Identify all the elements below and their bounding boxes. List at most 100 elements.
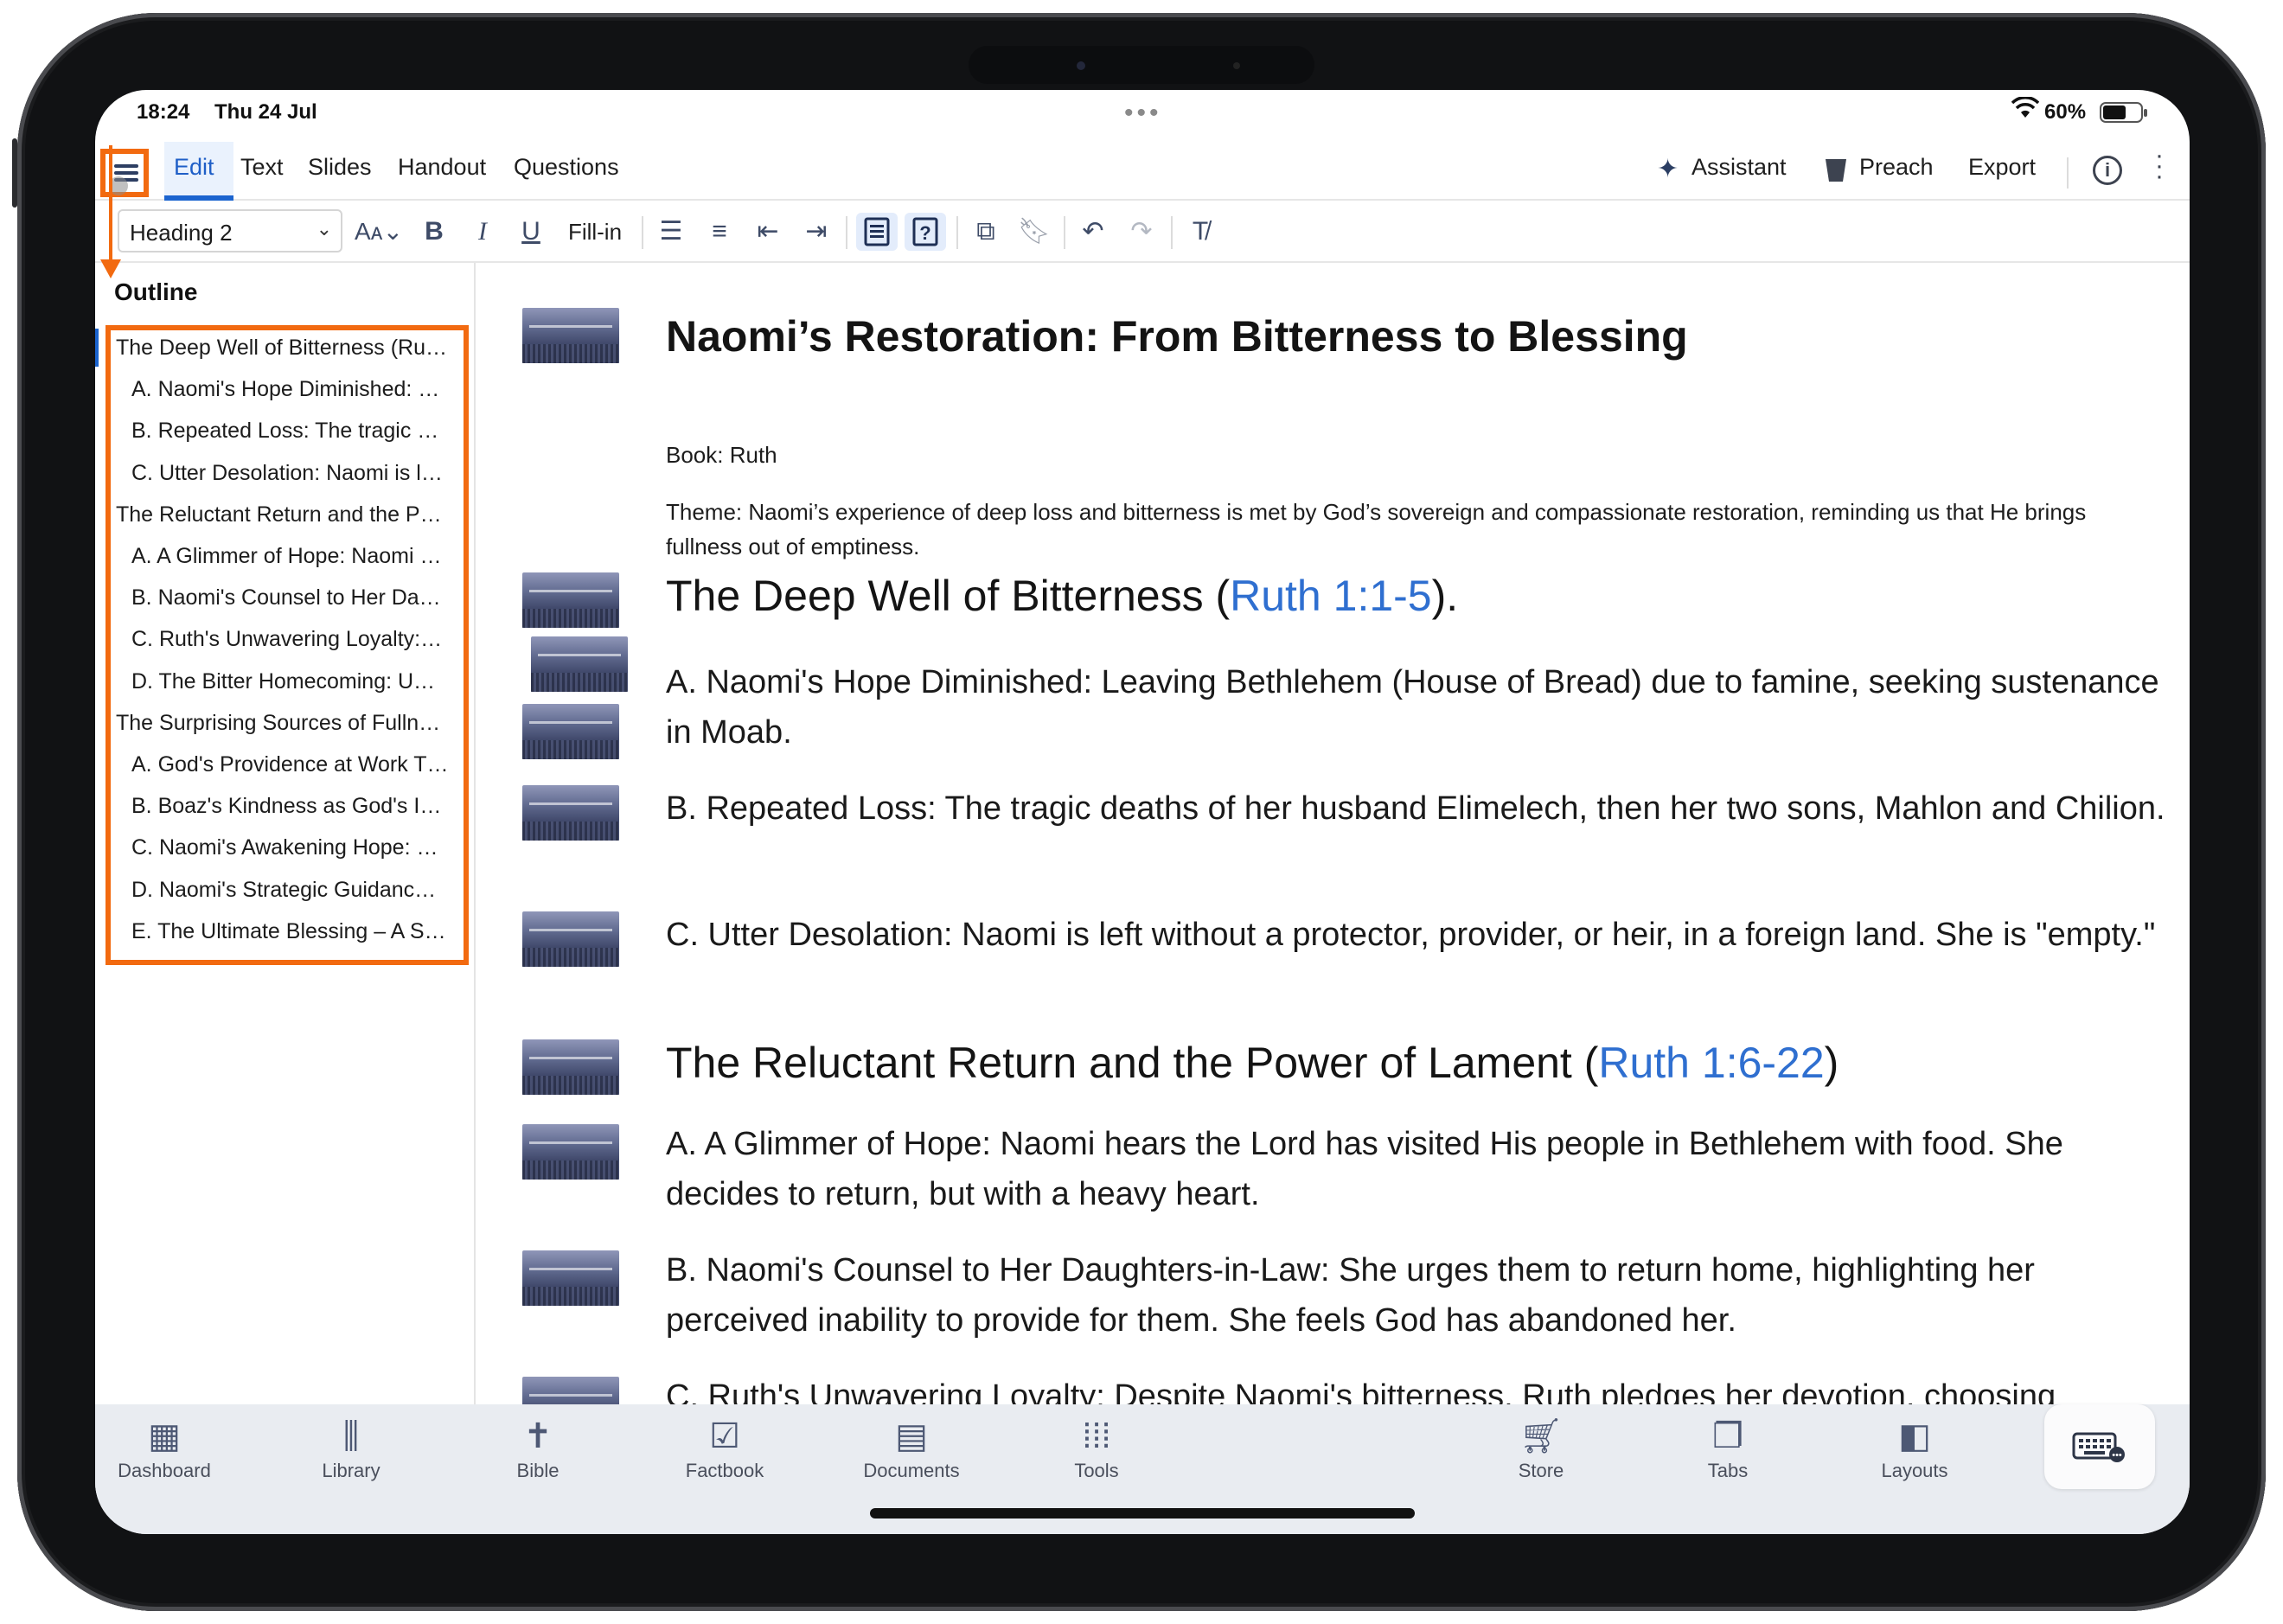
bold-icon[interactable]: B xyxy=(415,213,453,251)
slide-thumbnail[interactable] xyxy=(522,1377,619,1404)
outline-point[interactable]: B. Naomi's Counsel to Her Daughters-in-L… xyxy=(666,1245,2171,1346)
slide-thumbnail[interactable] xyxy=(531,636,628,692)
annotation-arrowhead xyxy=(100,259,121,278)
outline-item-point[interactable]: C. Ruth's Unwavering Loyalty:… xyxy=(131,627,450,665)
chevron-down-icon: ⌄ xyxy=(316,218,332,240)
outline-item-heading[interactable]: The Deep Well of Bitterness (Ru… xyxy=(116,336,450,374)
tab-text[interactable]: Text xyxy=(240,154,284,181)
tab-label: Bible xyxy=(516,1460,560,1481)
tab-bible[interactable]: ✝ Bible xyxy=(469,1415,607,1482)
document-theme[interactable]: Theme: Naomi’s experience of deep loss a… xyxy=(666,495,2162,564)
outline-item-heading[interactable]: The Surprising Sources of Fulln… xyxy=(116,711,450,749)
svg-text:•••: ••• xyxy=(2112,1450,2122,1461)
keyboard-toggle-button[interactable]: ••• xyxy=(2044,1404,2155,1489)
slide-thumbnail[interactable] xyxy=(522,911,619,967)
battery-icon xyxy=(2100,102,2147,123)
add-slide-icon[interactable]: ⧉ xyxy=(967,213,1005,251)
multitasking-dots[interactable]: ••• xyxy=(1124,99,1162,128)
outline-item-point[interactable]: A. A Glimmer of Hope: Naomi … xyxy=(131,544,450,582)
outline-item-point[interactable]: B. Naomi's Counsel to Her Da… xyxy=(131,585,450,623)
clear-format-icon[interactable]: T̸ xyxy=(1181,213,1219,251)
tab-questions[interactable]: Questions xyxy=(514,154,619,181)
document-title[interactable]: Naomi’s Restoration: From Bitterness to … xyxy=(666,311,1688,361)
section-heading-text: The Deep Well of Bitterness ( xyxy=(666,572,1231,620)
slide-thumbnail[interactable] xyxy=(522,1124,619,1180)
tab-factbook[interactable]: ☑ Factbook xyxy=(655,1415,794,1482)
outline-item-point[interactable]: A. Naomi's Hope Diminished: … xyxy=(131,377,450,415)
status-time: 18:24 xyxy=(137,100,190,124)
tab-documents[interactable]: ▤ Documents xyxy=(842,1415,981,1482)
outline-item-point[interactable]: D. Naomi's Strategic Guidanc… xyxy=(131,878,450,916)
outline-item-point[interactable]: E. The Ultimate Blessing – A S… xyxy=(131,919,450,957)
outline-item-point[interactable]: B. Boaz's Kindness as God's In… xyxy=(131,794,450,832)
slide-thumbnail[interactable] xyxy=(522,308,619,363)
format-toolbar: Heading 2 ⌄ Aᴀ⌄ B I U Fill-in ☰ ≡ ⇤ ⇥ ? … xyxy=(95,201,2190,263)
outline-item-point[interactable]: D. The Bitter Homecoming: U… xyxy=(131,669,450,707)
status-bar: 18:24 Thu 24 Jul ••• 60% xyxy=(95,90,2190,142)
slide-thumbnail[interactable] xyxy=(522,572,619,628)
slide-thumbnail[interactable] xyxy=(522,704,619,759)
tab-slides[interactable]: Slides xyxy=(308,154,372,181)
slide-thumbnail[interactable] xyxy=(522,1039,619,1095)
camera-sensor xyxy=(1233,62,1240,69)
toolbar-separator xyxy=(1064,216,1065,249)
outline-point[interactable]: A. Naomi's Hope Diminished: Leaving Beth… xyxy=(666,657,2171,758)
section-heading[interactable]: The Reluctant Return and the Power of La… xyxy=(666,1038,1839,1088)
tab-tools[interactable]: ⁞⁞⁞ Tools xyxy=(1027,1415,1166,1482)
italic-icon[interactable]: I xyxy=(464,213,502,251)
bible-icon: ✝ xyxy=(523,1417,553,1455)
tab-library[interactable]: ⫼ Library xyxy=(282,1415,420,1482)
indent-icon[interactable]: ⇥ xyxy=(797,213,835,251)
outline-item-point[interactable]: C. Naomi's Awakening Hope: … xyxy=(131,835,450,873)
paragraph-style-select[interactable]: Heading 2 ⌄ xyxy=(118,209,342,253)
document-editor[interactable]: Naomi’s Restoration: From Bitterness to … xyxy=(477,263,2190,1404)
scripture-link[interactable]: Ruth 1:1-5 xyxy=(1230,572,1431,620)
outline-selection-indicator xyxy=(95,329,99,367)
tools-icon: ⁞⁞⁞ xyxy=(1082,1417,1111,1455)
undo-icon[interactable]: ↶ xyxy=(1074,213,1112,251)
preach-button[interactable]: Preach xyxy=(1859,154,1934,181)
outline-point[interactable]: C. Utter Desolation: Naomi is left witho… xyxy=(666,910,2171,960)
underline-icon[interactable]: U xyxy=(512,213,550,251)
outline-point[interactable]: B. Repeated Loss: The tragic deaths of h… xyxy=(666,783,2171,834)
document-book[interactable]: Book: Ruth xyxy=(666,438,2162,472)
menu-bar: Edit Text Slides Handout Questions ✦ Ass… xyxy=(95,142,2190,201)
assistant-button[interactable]: Assistant xyxy=(1691,154,1787,181)
dashboard-icon: ▦ xyxy=(148,1417,181,1455)
paragraph-view-icon[interactable] xyxy=(856,213,898,251)
toolbar-separator xyxy=(642,216,643,249)
outline-item-point[interactable]: A. God's Providence at Work T… xyxy=(131,752,450,790)
more-options-icon[interactable]: · · · xyxy=(2155,143,2164,189)
outline-item-point[interactable]: B. Repeated Loss: The tragic d… xyxy=(131,419,450,457)
tab-store[interactable]: 🛒︎ Store xyxy=(1472,1415,1610,1482)
outline-point[interactable]: C. Ruth's Unwavering Loyalty: Despite Na… xyxy=(666,1371,2171,1404)
slide-thumbnail[interactable] xyxy=(522,1250,619,1306)
outline-item-point[interactable]: C. Utter Desolation: Naomi is l… xyxy=(131,461,450,499)
bookmark-icon[interactable]: 🔖︎ xyxy=(1015,213,1053,251)
tab-handout[interactable]: Handout xyxy=(398,154,486,181)
outdent-icon[interactable]: ⇤ xyxy=(749,213,787,251)
tab-layouts[interactable]: ◧ Layouts xyxy=(1845,1415,1984,1482)
bulleted-list-icon[interactable]: ☰ xyxy=(652,213,690,251)
outline-point[interactable]: A. A Glimmer of Hope: Naomi hears the Lo… xyxy=(666,1119,2171,1219)
menu-icon-bar xyxy=(114,171,138,175)
tab-label: Tools xyxy=(1074,1460,1119,1481)
tab-label: Layouts xyxy=(1881,1460,1948,1481)
outline-item-heading[interactable]: The Reluctant Return and the P… xyxy=(116,502,450,540)
export-button[interactable]: Export xyxy=(1968,154,2036,181)
section-heading[interactable]: The Deep Well of Bitterness (Ruth 1:1-5)… xyxy=(666,571,1458,621)
tab-label: Factbook xyxy=(685,1460,764,1481)
tab-edit[interactable]: Edit xyxy=(164,142,233,201)
font-size-icon[interactable]: Aᴀ⌄ xyxy=(355,213,403,251)
redo-icon[interactable]: ↷ xyxy=(1122,213,1161,251)
home-indicator[interactable] xyxy=(870,1508,1415,1519)
numbered-list-icon[interactable]: ≡ xyxy=(700,213,739,251)
question-view-icon[interactable]: ? xyxy=(905,213,946,251)
slide-thumbnail[interactable] xyxy=(522,785,619,841)
outline-toggle-button[interactable] xyxy=(100,149,149,197)
tab-tabs[interactable]: ❐ Tabs xyxy=(1659,1415,1797,1482)
fill-in-button[interactable]: Fill-in xyxy=(560,213,630,251)
info-icon[interactable]: i xyxy=(2093,156,2122,185)
tab-dashboard[interactable]: ▦ Dashboard xyxy=(95,1415,233,1482)
scripture-link[interactable]: Ruth 1:6-22 xyxy=(1598,1039,1824,1087)
